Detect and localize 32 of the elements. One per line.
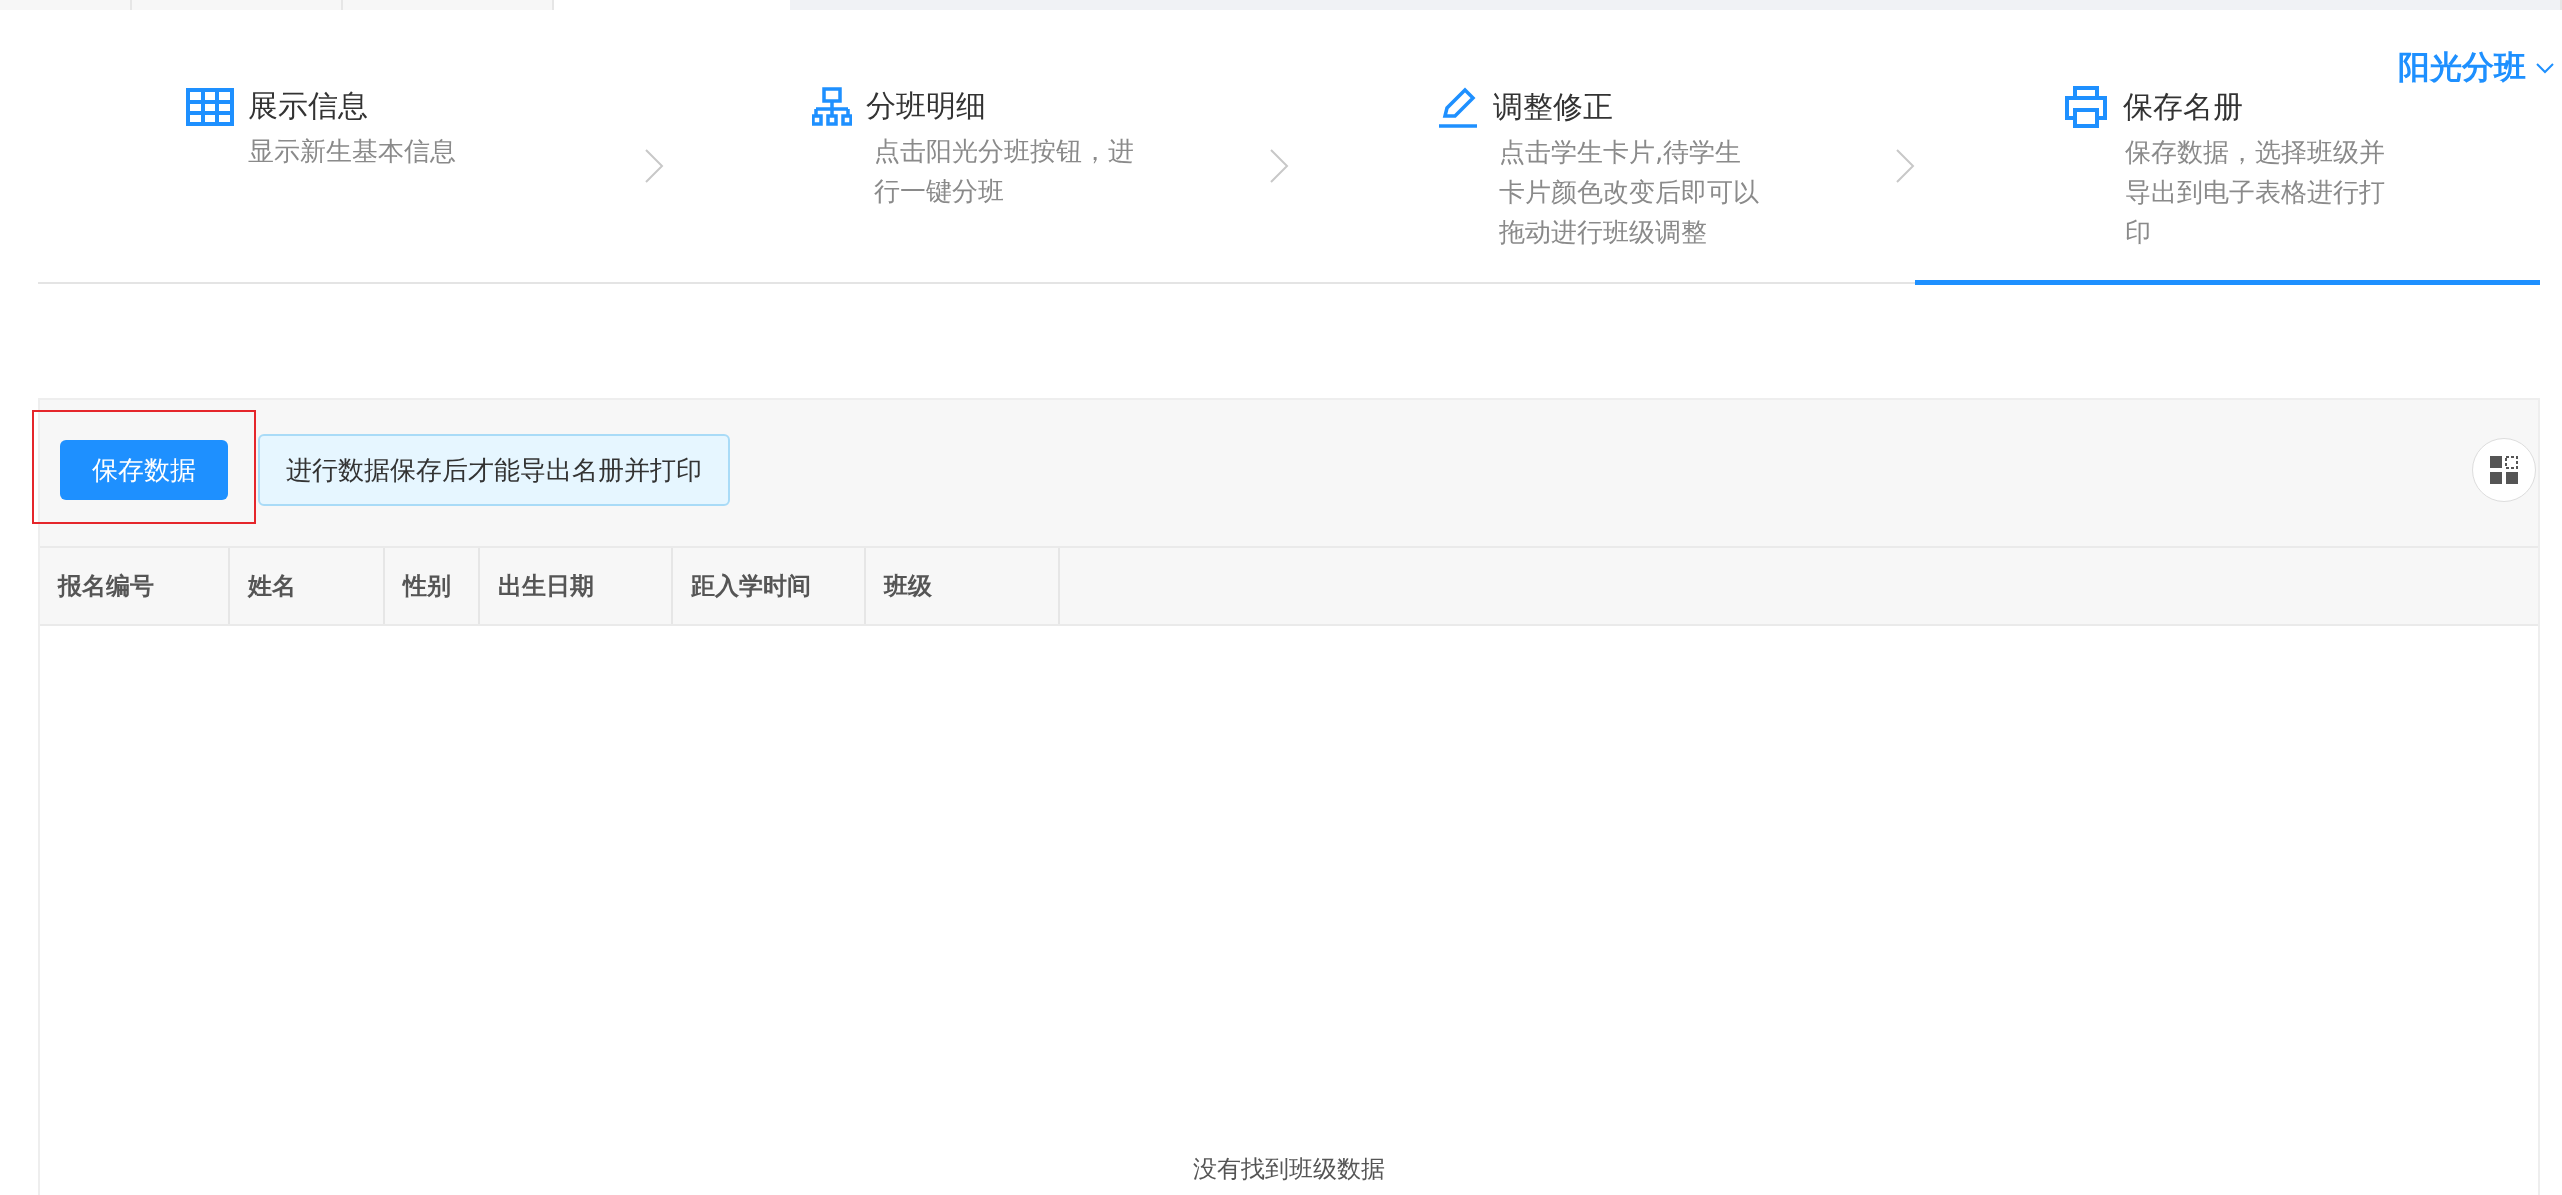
grid-icon: [2490, 456, 2518, 484]
browser-tab[interactable]: [131, 0, 343, 10]
step-title: 分班明细: [865, 87, 986, 125]
step-title: 展示信息: [248, 87, 368, 125]
browser-tab[interactable]: [0, 0, 132, 10]
step-title: 调整修正: [1493, 87, 1613, 126]
chevron-right-icon: [1894, 148, 1915, 184]
step-description: 保存数据，选择班级并导出到电子表格进行打印: [2124, 136, 2386, 249]
step-title: 保存名册: [2122, 87, 2243, 126]
step[interactable]: 调整修正 点击学生卡片,待学生卡片颜色改变后即可以拖动进行班级调整: [1289, 86, 1915, 285]
step-description: 点击学生卡片,待学生卡片颜色改变后即可以拖动进行班级调整: [1499, 136, 1760, 249]
step[interactable]: 分班明细 点击阳光分班按钮，进行一键分班: [663, 86, 1289, 285]
browser-tab[interactable]: [342, 0, 554, 10]
column-header: 性别: [385, 548, 480, 624]
pen-icon: [1437, 86, 1479, 128]
column-header: 班级: [866, 548, 1060, 624]
column-header: 出生日期: [480, 548, 673, 624]
chevron-right-icon: [1269, 148, 1289, 184]
hierarchy-icon: [811, 86, 852, 127]
column-header: 报名编号: [40, 548, 230, 624]
printer-icon: [2062, 86, 2109, 128]
step-description: 点击阳光分班按钮，进行一键分班: [873, 135, 1135, 208]
table-icon: [186, 87, 234, 126]
chevron-right-icon: [643, 148, 664, 184]
notice-tag: 进行数据保存后才能导出名册并打印: [258, 434, 730, 506]
column-header: 距入学时间: [673, 548, 866, 624]
step-description: 显示新生基本信息: [248, 135, 457, 168]
empty-message: 没有找到班级数据: [1193, 1154, 1385, 1185]
chevron-down-icon[interactable]: [2536, 62, 2554, 74]
step[interactable]: 展示信息 显示新生基本信息: [38, 86, 664, 285]
column-header: 姓名: [230, 548, 385, 624]
step[interactable]: 保存名册 保存数据，选择班级并导出到电子表格进行打印: [1914, 86, 2540, 285]
